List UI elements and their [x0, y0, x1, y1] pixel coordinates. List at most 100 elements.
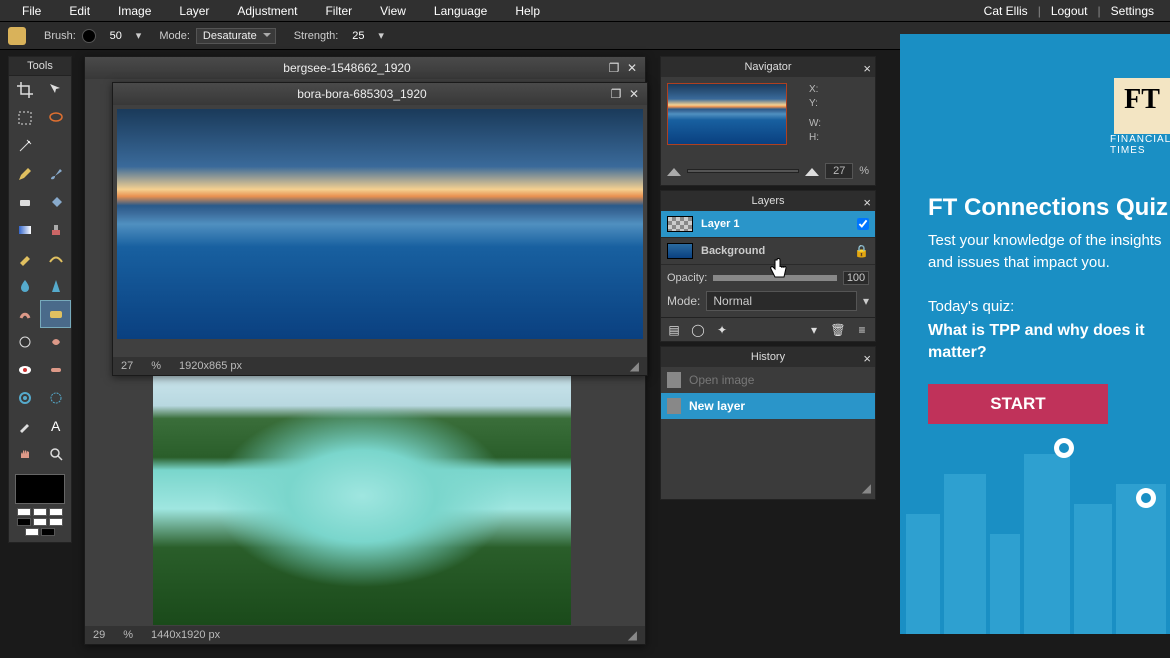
history-row[interactable]: Open image [661, 367, 875, 393]
swatch[interactable] [41, 528, 55, 536]
lasso-tool[interactable] [40, 104, 71, 132]
menu-view[interactable]: View [366, 0, 420, 22]
settings-link[interactable]: Settings [1103, 0, 1162, 22]
mask-icon[interactable]: ◯ [689, 322, 707, 338]
menu-filter[interactable]: Filter [311, 0, 366, 22]
red-eye-tool[interactable] [9, 356, 40, 384]
zoom-out-icon[interactable] [667, 166, 681, 176]
menu-language[interactable]: Language [420, 0, 501, 22]
logout-link[interactable]: Logout [1043, 0, 1096, 22]
move-tool[interactable] [40, 76, 71, 104]
brush-swatch[interactable] [82, 29, 96, 43]
close-icon[interactable]: × [863, 193, 871, 213]
maximize-icon[interactable]: ❐ [607, 61, 621, 75]
svg-text:A: A [51, 418, 61, 434]
pct-label: % [123, 629, 133, 641]
layer-name: Layer 1 [701, 218, 849, 230]
zoom-tool[interactable] [40, 440, 71, 468]
menu-edit[interactable]: Edit [55, 0, 104, 22]
wand-tool[interactable] [9, 132, 40, 160]
tools-panel: Tools A [8, 56, 72, 543]
close-icon[interactable]: ✕ [625, 61, 639, 75]
chevron-down-icon[interactable]: ▾ [863, 294, 869, 308]
swatch[interactable] [17, 518, 31, 526]
crop-tool[interactable] [9, 76, 40, 104]
hand-tool[interactable] [9, 440, 40, 468]
resize-grip-icon[interactable]: ◢ [862, 481, 871, 495]
navigator-thumb[interactable] [667, 83, 787, 145]
layer-name: Background [701, 245, 846, 257]
blur-tool[interactable] [9, 272, 40, 300]
document-window-bora[interactable]: bora-bora-685303_1920 ❐ ✕ 27 % 1920x865 … [112, 82, 648, 376]
new-layer-icon[interactable]: ▤ [665, 322, 683, 338]
blend-mode-select[interactable]: Normal [706, 291, 857, 311]
brush-size-value[interactable]: 50 [102, 30, 130, 42]
spot-heal-tool[interactable] [40, 356, 71, 384]
color-replace-tool[interactable] [9, 244, 40, 272]
swatch[interactable] [33, 508, 47, 516]
resize-grip-icon[interactable]: ◢ [628, 628, 637, 642]
dodge-tool[interactable] [9, 328, 40, 356]
layer-style-icon[interactable]: ✦ [713, 322, 731, 338]
marquee-tool[interactable] [9, 104, 40, 132]
mode-label: Mode: [159, 30, 190, 42]
sponge-tool-icon [8, 27, 26, 45]
mode-select[interactable]: Desaturate [196, 28, 276, 44]
color-picker-tool[interactable] [9, 412, 40, 440]
history-row[interactable]: New layer [661, 393, 875, 419]
swatch[interactable] [17, 508, 31, 516]
drawing-tool[interactable] [40, 244, 71, 272]
eraser-tool[interactable] [9, 188, 40, 216]
smudge-tool[interactable] [9, 300, 40, 328]
menu-file[interactable]: File [8, 0, 55, 22]
menu-image[interactable]: Image [104, 0, 165, 22]
lock-icon: 🔒 [854, 244, 869, 258]
swatch[interactable] [49, 518, 63, 526]
wand2-tool[interactable] [40, 132, 71, 160]
layer-visible-checkbox[interactable] [857, 218, 869, 230]
brush-tool[interactable] [40, 160, 71, 188]
foreground-color[interactable] [15, 474, 65, 504]
ft-ad[interactable]: FT FINANCIAL TIMES FT Connections Quiz T… [900, 34, 1170, 634]
ft-brand: FINANCIAL TIMES [1110, 134, 1170, 156]
close-icon[interactable]: × [863, 59, 871, 79]
maximize-icon[interactable]: ❐ [609, 87, 623, 101]
pinch-tool[interactable] [40, 384, 71, 412]
burn-tool[interactable] [40, 328, 71, 356]
gradient-tool[interactable] [9, 216, 40, 244]
zoom-in-icon[interactable] [805, 166, 819, 176]
sharpen-tool[interactable] [40, 272, 71, 300]
tools-title: Tools [9, 57, 71, 76]
start-button[interactable]: START [928, 384, 1108, 424]
history-step-label: New layer [689, 399, 745, 413]
menu-adjustment[interactable]: Adjustment [223, 0, 311, 22]
menu-help[interactable]: Help [501, 0, 554, 22]
chevron-down-icon[interactable]: ▾ [378, 29, 384, 42]
type-tool[interactable]: A [40, 412, 71, 440]
paint-bucket-tool[interactable] [40, 188, 71, 216]
user-name[interactable]: Cat Ellis [976, 0, 1036, 22]
resize-grip-icon[interactable]: ◢ [630, 359, 639, 373]
pencil-tool[interactable] [9, 160, 40, 188]
close-icon[interactable]: ✕ [627, 87, 641, 101]
city-illustration [900, 434, 1170, 634]
menu-layer[interactable]: Layer [165, 0, 223, 22]
close-icon[interactable]: × [863, 349, 871, 369]
merge-icon[interactable]: ▾ [805, 322, 823, 338]
zoom-value: 29 [93, 629, 105, 641]
strength-value[interactable]: 25 [344, 30, 372, 42]
trash-icon[interactable]: 🗑 [829, 322, 847, 338]
swatch[interactable] [25, 528, 39, 536]
bloat-tool[interactable] [9, 384, 40, 412]
swatch[interactable] [33, 518, 47, 526]
canvas[interactable] [113, 105, 647, 357]
menu-icon[interactable]: ≡ [853, 322, 871, 338]
sponge-tool[interactable] [40, 300, 71, 328]
clone-stamp-tool[interactable] [40, 216, 71, 244]
zoom-slider[interactable] [687, 169, 799, 173]
opacity-value[interactable]: 100 [843, 271, 869, 285]
zoom-value[interactable]: 27 [825, 163, 853, 179]
swatch[interactable] [49, 508, 63, 516]
chevron-down-icon[interactable]: ▾ [136, 29, 142, 42]
layer-row[interactable]: Layer 1 [661, 211, 875, 238]
